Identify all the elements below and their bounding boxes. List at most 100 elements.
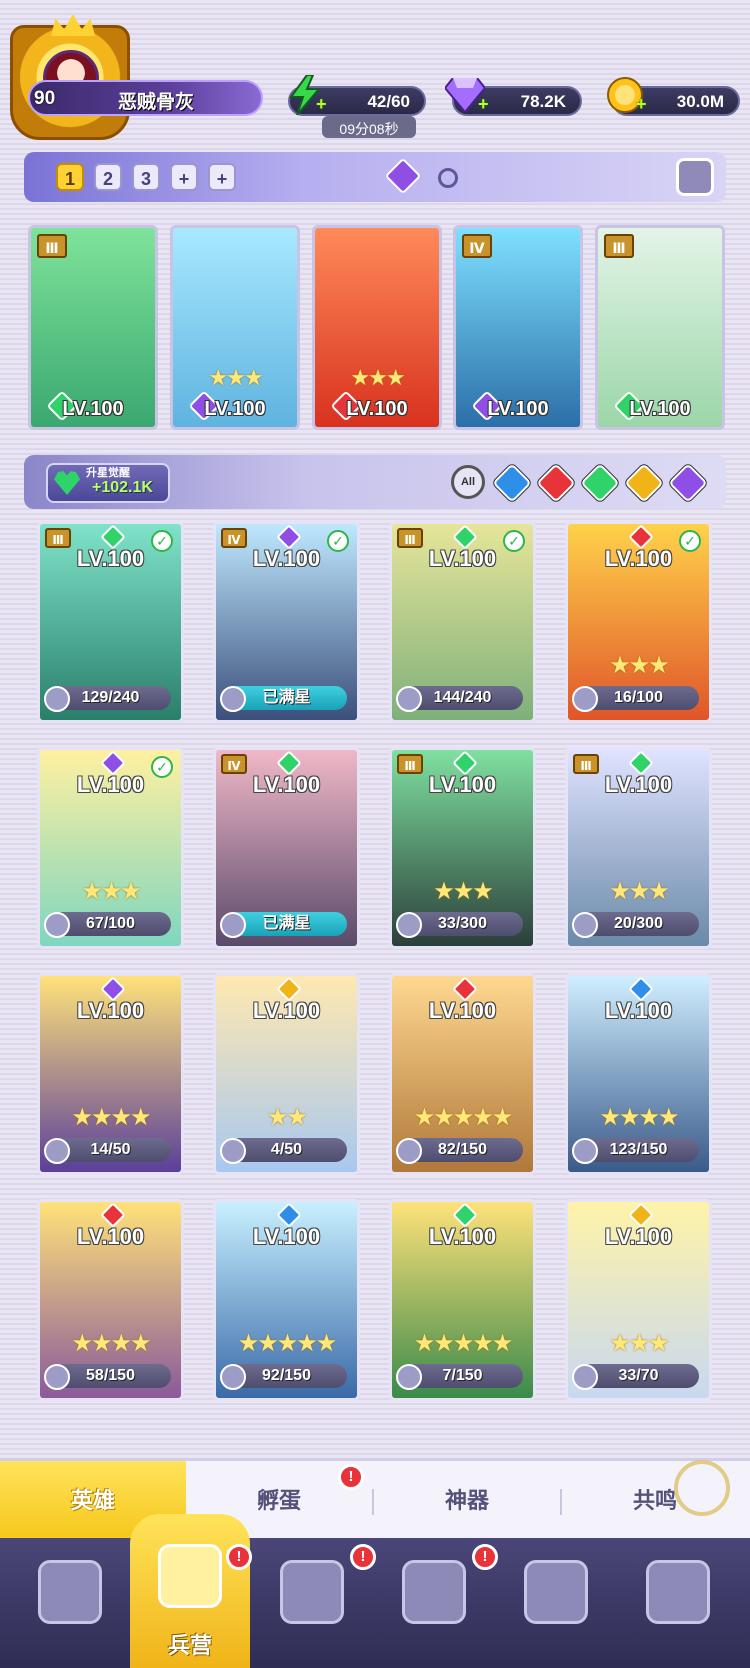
paw-icon: [44, 1138, 70, 1164]
hero-card[interactable]: LV.100 ★★★★ 14/50: [37, 973, 184, 1175]
nav-guild[interactable]: [618, 1538, 738, 1668]
star-rating: ★★★: [350, 365, 405, 390]
search-icon[interactable]: [438, 168, 458, 188]
hero-level: LV.100: [252, 772, 321, 797]
hero-card[interactable]: LV.100 ★★★ 33/70: [565, 1199, 712, 1401]
star-rating: ★★★: [433, 878, 494, 905]
filter-all-button[interactable]: All: [451, 465, 485, 499]
tier-badge: Ⅲ: [37, 234, 67, 258]
team-hero-card[interactable]: ★★★ LV.100: [312, 225, 442, 430]
top-bar: 90 恶贼骨灰 42/60 + 09分08秒 78.2K + 30.0M +: [0, 0, 750, 150]
paw-icon: [44, 686, 70, 712]
summon-icon: [524, 1560, 588, 1624]
tab-artifacts[interactable]: 神器: [374, 1461, 560, 1541]
star-rating: ★★★★: [599, 1104, 679, 1131]
hero-card[interactable]: Ⅲ ✓ LV.100 129/240: [37, 521, 184, 723]
nav-barracks-label: 兵营: [167, 1633, 212, 1658]
gold-plus-button[interactable]: +: [636, 95, 652, 113]
paw-icon: [572, 1364, 598, 1390]
hero-card[interactable]: Ⅳ LV.100 已满星: [213, 747, 360, 949]
star-rating: ★★: [266, 1104, 308, 1131]
hero-card[interactable]: Ⅲ ✓ LV.100 144/240: [389, 521, 536, 723]
hero-level: LV.100: [346, 398, 408, 420]
team-hero-card[interactable]: ★★★ LV.100: [170, 225, 300, 430]
team-tab-3[interactable]: 3: [132, 163, 160, 191]
paw-icon: [220, 1364, 246, 1390]
star-rating: ★★★: [609, 878, 670, 905]
gold-value: 30.0M: [676, 92, 724, 111]
star-rating: ★★★★★: [413, 1104, 514, 1131]
hero-card[interactable]: LV.100 ★★★★★ 92/150: [213, 1199, 360, 1401]
paw-icon: [572, 686, 598, 712]
barracks-alert-badge: !: [226, 1544, 252, 1570]
hero-card[interactable]: ✓ LV.100 ★★★ 16/100: [565, 521, 712, 723]
hero-level: LV.100: [604, 998, 673, 1023]
energy-timer: 09分08秒: [322, 116, 416, 138]
tier-badge: Ⅲ: [397, 528, 423, 548]
hero-card[interactable]: Ⅲ LV.100 ★★★ 33/300: [389, 747, 536, 949]
star-rating: ★★★: [609, 1330, 670, 1357]
tier-badge: Ⅲ: [45, 528, 71, 548]
barracks-icon: [158, 1544, 222, 1608]
team-tab-1[interactable]: 1: [56, 163, 84, 191]
book-alert-badge: !: [350, 1544, 376, 1570]
hero-level: LV.100: [428, 1224, 497, 1249]
tier-badge: Ⅳ: [221, 754, 247, 774]
hero-card[interactable]: LV.100 ★★★★★ 82/150: [389, 973, 536, 1175]
paw-icon: [220, 912, 246, 938]
team-hero-card[interactable]: Ⅲ LV.100: [28, 225, 158, 430]
hero-level: LV.100: [604, 772, 673, 797]
nav-summon[interactable]: [496, 1538, 616, 1668]
hero-level: LV.100: [604, 546, 673, 571]
hero-level: LV.100: [76, 772, 145, 797]
nav-cards[interactable]: [10, 1538, 130, 1668]
hero-level: LV.100: [604, 1224, 673, 1249]
hero-card[interactable]: LV.100 ★★★★ 123/150: [565, 973, 712, 1175]
paw-icon: [396, 1364, 422, 1390]
team-hero-card[interactable]: Ⅳ LV.100: [453, 225, 583, 430]
star-rating: ★★★★★: [237, 1330, 338, 1357]
hero-level: LV.100: [252, 998, 321, 1023]
paw-icon: [220, 1138, 246, 1164]
hero-level: LV.100: [252, 546, 321, 571]
hero-level: LV.100: [62, 398, 124, 420]
sub-tab-bar: 英雄 孵蛋 神器 共鸣: [0, 1458, 750, 1541]
hero-level: LV.100: [204, 398, 266, 420]
paw-icon: [44, 912, 70, 938]
paw-icon: [396, 686, 422, 712]
gear-icon[interactable]: [674, 1460, 730, 1516]
team-tab-2[interactable]: 2: [94, 163, 122, 191]
share-icon[interactable]: [676, 158, 714, 196]
hero-card[interactable]: Ⅲ LV.100 ★★★ 20/300: [565, 747, 712, 949]
nav-barracks[interactable]: 兵营: [130, 1514, 250, 1668]
hero-level: LV.100: [487, 398, 549, 420]
hero-card[interactable]: Ⅳ ✓ LV.100 已满星: [213, 521, 360, 723]
energy-plus-button[interactable]: +: [316, 95, 332, 113]
team-tab-add-1[interactable]: +: [170, 163, 198, 191]
team-hero-card[interactable]: Ⅲ LV.100: [595, 225, 725, 430]
hero-card[interactable]: LV.100 ★★★★★ 7/150: [389, 1199, 536, 1401]
player-level: 90: [34, 88, 56, 109]
tier-badge: Ⅲ: [604, 234, 634, 258]
hero-card[interactable]: LV.100 ★★★★ 58/150: [37, 1199, 184, 1401]
paw-icon: [220, 686, 246, 712]
hero-level: LV.100: [252, 1224, 321, 1249]
paw-icon: [396, 1138, 422, 1164]
hero-level: LV.100: [76, 546, 145, 571]
book-icon: [280, 1560, 344, 1624]
gem-plus-button[interactable]: +: [478, 95, 494, 113]
tier-badge: Ⅳ: [462, 234, 492, 258]
shop-alert-badge: !: [472, 1544, 498, 1570]
hero-level: LV.100: [428, 772, 497, 797]
team-tab-add-2[interactable]: +: [208, 163, 236, 191]
awaken-title: 升星觉醒: [86, 467, 130, 479]
hero-card[interactable]: LV.100 ★★ 4/50: [213, 973, 360, 1175]
awaken-value: +102.1K: [92, 479, 153, 496]
team-bar: 1 2 3 + +: [24, 152, 726, 202]
paw-icon: [572, 912, 598, 938]
paw-icon: [396, 912, 422, 938]
hero-level: LV.100: [428, 546, 497, 571]
paw-icon: [572, 1138, 598, 1164]
hero-card[interactable]: ✓ LV.100 ★★★ 67/100: [37, 747, 184, 949]
star-rating: ★★★: [208, 365, 263, 390]
